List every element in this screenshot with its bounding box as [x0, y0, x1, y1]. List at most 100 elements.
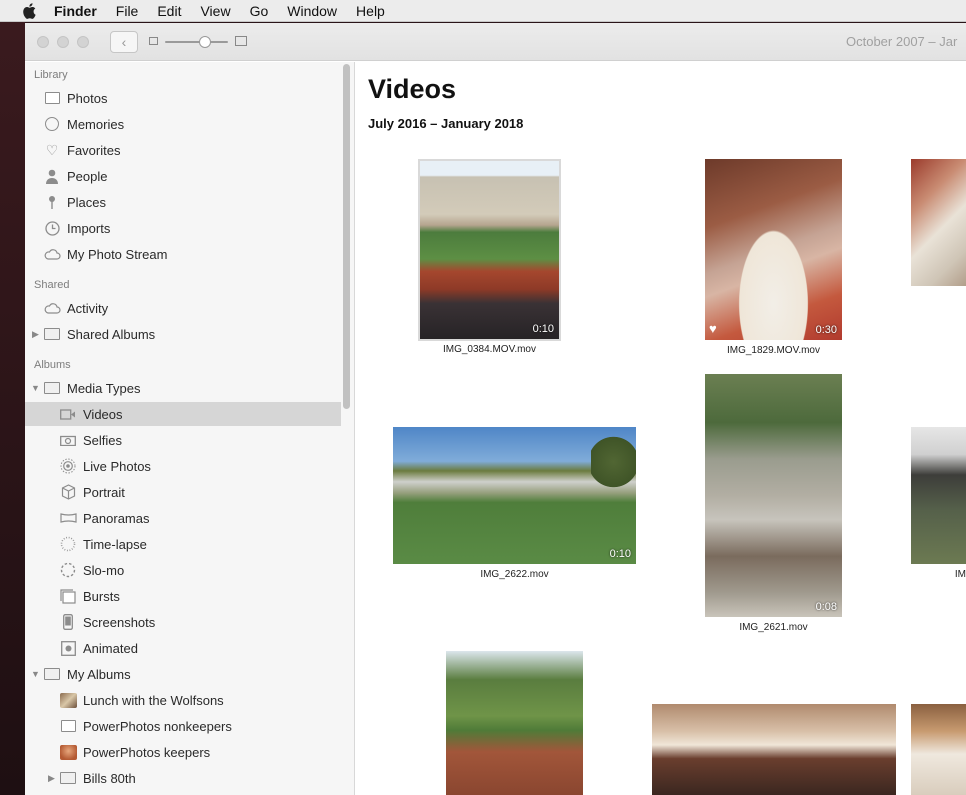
disclosure-triangle-right-icon[interactable]: ▶	[32, 329, 39, 340]
sidebar-item-shared-albums[interactable]: ▶ Shared Albums	[25, 322, 341, 346]
sidebar-item-label: Shared Albums	[67, 326, 156, 342]
sidebar-item-label: Lunch with the Wolfsons	[83, 692, 224, 708]
apple-menu-icon[interactable]	[22, 2, 38, 19]
photos-icon	[43, 90, 61, 106]
menu-finder[interactable]: Finder	[54, 3, 97, 19]
menu-view[interactable]: View	[200, 3, 230, 19]
cloud-icon	[43, 246, 61, 262]
menu-go[interactable]: Go	[250, 3, 269, 19]
sidebar-item-places[interactable]: Places	[25, 190, 341, 214]
section-albums: Albums	[34, 359, 71, 371]
small-thumbnail-icon	[149, 37, 158, 45]
disclosure-triangle-right-icon[interactable]: ▶	[48, 773, 55, 784]
sidebar-item-label: My Photo Stream	[67, 246, 168, 262]
sidebar-item-live-photos[interactable]: Live Photos	[25, 454, 341, 478]
sidebar-item-bills-80th[interactable]: ▶ Bills 80th	[25, 766, 341, 790]
close-window-button[interactable]	[37, 36, 49, 48]
sidebar-item-label: Memories	[67, 116, 125, 132]
sidebar-item-label: People	[67, 168, 108, 184]
zoom-window-button[interactable]	[77, 36, 89, 48]
video-thumbnail[interactable]	[911, 704, 966, 795]
album-thumbnail	[59, 692, 77, 708]
video-thumbnail[interactable]: 0:10	[393, 427, 636, 564]
menu-help[interactable]: Help	[356, 3, 385, 19]
panorama-icon	[59, 510, 77, 526]
menu-file[interactable]: File	[116, 3, 139, 19]
sidebar-item-bursts[interactable]: Bursts	[25, 584, 341, 608]
bursts-icon	[59, 588, 77, 604]
cloud-icon	[43, 300, 61, 316]
album-icon	[59, 718, 77, 734]
video-duration: 0:30	[815, 324, 837, 336]
video-thumbnail[interactable]	[652, 704, 896, 795]
sidebar-item-label: Slo-mo	[83, 562, 125, 578]
sidebar-item-powerphotos-nonkeepers[interactable]: PowerPhotos nonkeepers	[25, 714, 341, 738]
section-library: Library	[34, 69, 68, 81]
person-icon	[43, 168, 61, 184]
sidebar-scrollbar[interactable]	[343, 64, 350, 409]
sidebar-item-label: Live Photos	[83, 458, 151, 474]
video-thumbnail[interactable]	[911, 159, 966, 286]
sidebar-item-slo-mo[interactable]: Slo-mo	[25, 558, 341, 582]
sidebar-item-label: Animated	[83, 640, 138, 656]
sidebar-item-screenshots[interactable]: Screenshots	[25, 610, 341, 634]
pin-icon	[43, 194, 61, 210]
sidebar-item-activity[interactable]: Activity	[25, 296, 341, 320]
video-filename: IMG_2622.mov	[480, 569, 549, 580]
cube-icon	[59, 484, 77, 500]
sidebar-item-imports[interactable]: Imports	[25, 216, 341, 240]
sidebar-item-time-lapse[interactable]: Time-lapse	[25, 532, 341, 556]
favorite-heart-icon[interactable]: ♥	[709, 321, 717, 336]
back-button[interactable]: ‹	[110, 31, 138, 53]
sidebar-item-animated[interactable]: Animated	[25, 636, 341, 660]
sidebar-item-portrait[interactable]: Portrait	[25, 480, 341, 504]
sidebar-item-label: Bursts	[83, 588, 120, 604]
window-toolbar: ‹ October 2007 – Jar	[25, 23, 966, 61]
menu-window[interactable]: Window	[287, 3, 337, 19]
sidebar-item-label: Videos	[83, 406, 123, 422]
sidebar-item-my-photo-stream[interactable]: My Photo Stream	[25, 242, 341, 266]
date-range-label: October 2007 – Jar	[846, 34, 958, 49]
memories-icon	[43, 116, 61, 132]
sidebar-item-panoramas[interactable]: Panoramas	[25, 506, 341, 530]
slider-track[interactable]	[165, 41, 228, 43]
folder-icon	[43, 326, 61, 342]
folder-icon	[43, 380, 61, 396]
album-thumbnail	[59, 744, 77, 760]
desktop-background	[0, 22, 25, 795]
live-photo-icon	[59, 458, 77, 474]
video-thumbnail[interactable]: 0:08	[705, 374, 842, 617]
slider-knob[interactable]	[199, 36, 211, 48]
sidebar-item-favorites[interactable]: ♡ Favorites	[25, 138, 341, 162]
page-title: Videos	[368, 74, 457, 104]
sidebar-item-label: Imports	[67, 220, 111, 236]
disclosure-triangle-down-icon[interactable]: ▼	[31, 383, 40, 393]
slo-mo-icon	[59, 562, 77, 578]
sidebar-item-selfies[interactable]: Selfies	[25, 428, 341, 452]
video-duration: 0:10	[609, 548, 631, 560]
sidebar-item-label: My Albums	[67, 666, 131, 682]
sidebar-item-label: Screenshots	[83, 614, 156, 630]
video-thumbnail[interactable]	[446, 651, 583, 795]
sidebar-item-label: Portrait	[83, 484, 125, 500]
video-thumbnail[interactable]: ♥ 0:30	[705, 159, 842, 340]
disclosure-triangle-down-icon[interactable]: ▼	[31, 669, 40, 679]
sidebar-item-label: Time-lapse	[83, 536, 147, 552]
sidebar-item-media-types[interactable]: ▼ Media Types	[25, 376, 341, 400]
video-filename: IMG_0384.MOV.mov	[442, 344, 536, 355]
minimize-window-button[interactable]	[57, 36, 69, 48]
sidebar-item-my-albums[interactable]: ▼ My Albums	[25, 662, 341, 686]
video-thumbnail[interactable]: 0:10	[418, 159, 561, 341]
sidebar-item-photos[interactable]: Photos	[25, 86, 341, 110]
thumbnail-size-slider[interactable]	[149, 35, 249, 49]
video-thumbnail[interactable]	[911, 427, 966, 564]
sidebar-item-label: Photos	[67, 90, 108, 106]
sidebar-item-people[interactable]: People	[25, 164, 341, 188]
sidebar-item-powerphotos-keepers[interactable]: PowerPhotos keepers	[25, 740, 341, 764]
sidebar-item-videos[interactable]: Videos	[25, 402, 341, 426]
sidebar-item-memories[interactable]: Memories	[25, 112, 341, 136]
sidebar-item-label: Favorites	[67, 142, 121, 158]
menu-edit[interactable]: Edit	[157, 3, 181, 19]
video-duration: 0:10	[532, 323, 554, 335]
sidebar-item-lunch-with-the-wolfsons[interactable]: Lunch with the Wolfsons	[25, 688, 341, 712]
